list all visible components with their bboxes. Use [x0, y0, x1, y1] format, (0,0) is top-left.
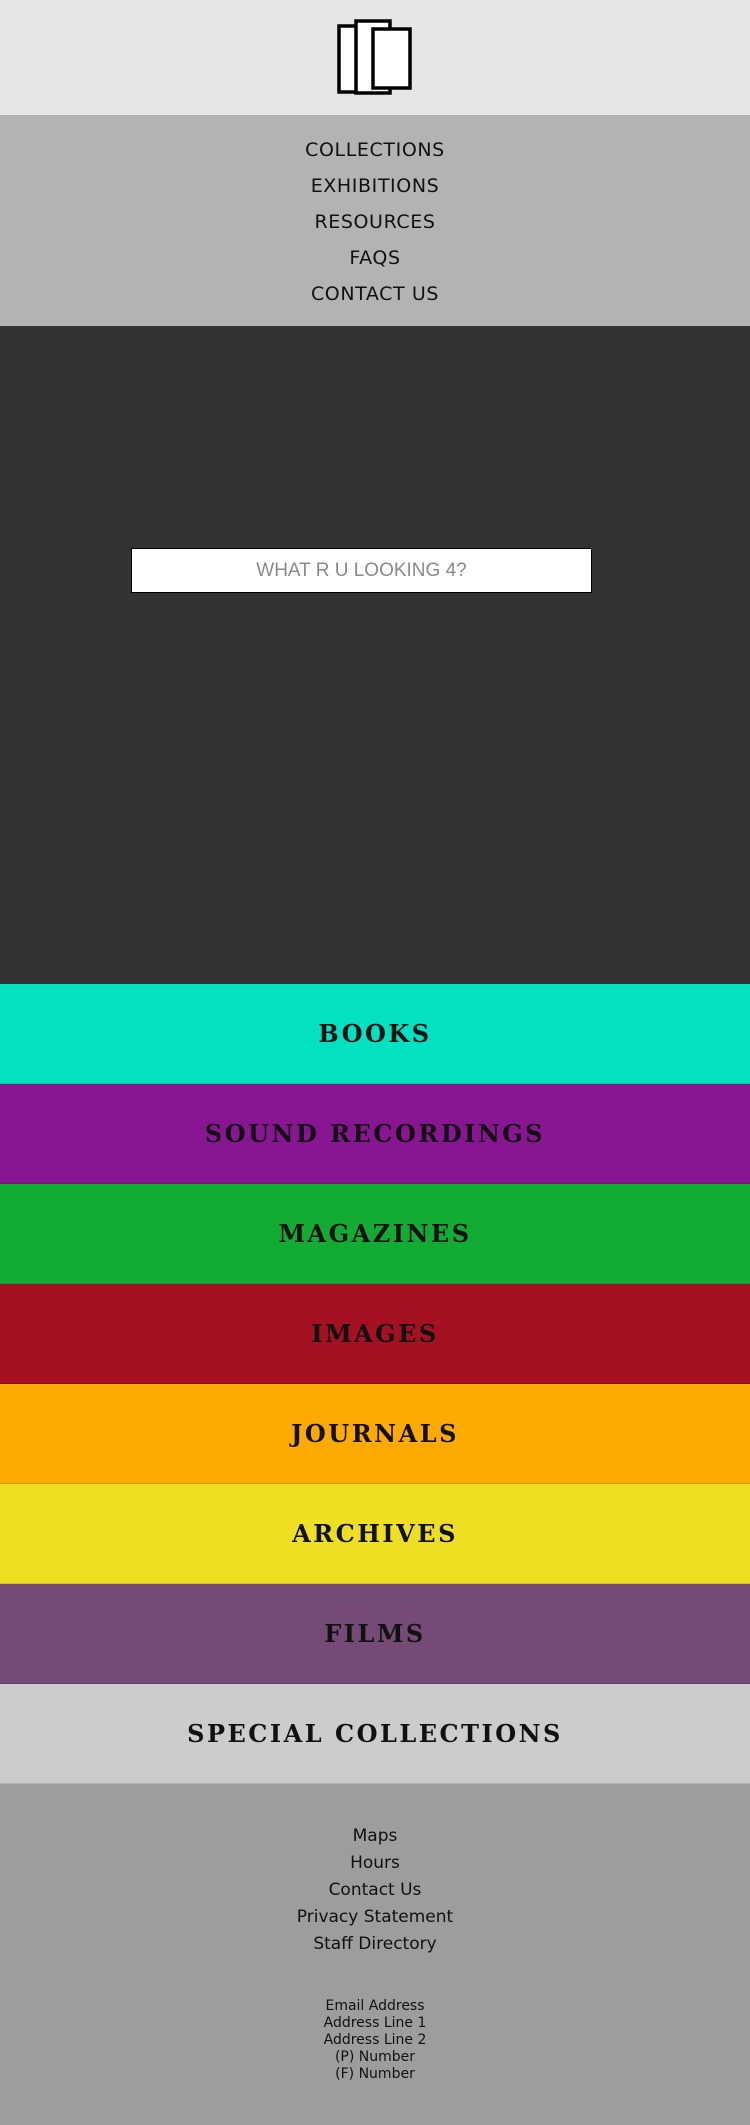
footer-link-contact-us[interactable]: Contact Us [297, 1877, 453, 1904]
category-special-collections[interactable]: SPECIAL COLLECTIONS [0, 1684, 750, 1784]
category-books[interactable]: BOOKS [0, 984, 750, 1084]
category-label: SPECIAL COLLECTIONS [187, 1719, 563, 1748]
footer-link-maps[interactable]: Maps [297, 1823, 453, 1850]
hero [0, 326, 750, 984]
category-journals[interactable]: JOURNALS [0, 1384, 750, 1484]
category-magazines[interactable]: MAGAZINES [0, 1184, 750, 1284]
category-label: SOUND RECORDINGS [204, 1119, 546, 1148]
category-label: ARCHIVES [292, 1519, 458, 1548]
category-label: MAGAZINES [278, 1219, 472, 1248]
category-films[interactable]: FILMS [0, 1584, 750, 1684]
category-list: BOOKS SOUND RECORDINGS MAGAZINES IMAGES … [0, 984, 750, 1784]
search-box [131, 548, 592, 593]
category-label: FILMS [324, 1619, 426, 1648]
address-line-2: Address Line 2 [323, 2032, 427, 2048]
logo-bar [0, 0, 750, 115]
nav-item-exhibitions[interactable]: EXHIBITIONS [311, 168, 440, 204]
main-nav: COLLECTIONS EXHIBITIONS RESOURCES FAQS C… [0, 115, 750, 326]
contact-info: Email Address Address Line 1 Address Lin… [324, 1998, 427, 2083]
nav-item-faqs[interactable]: FAQS [349, 240, 400, 276]
phone-number: (P) Number [334, 2049, 416, 2065]
nav-item-collections[interactable]: COLLECTIONS [305, 132, 445, 168]
footer: Maps Hours Contact Us Privacy Statement … [0, 1784, 750, 2125]
footer-link-privacy-statement[interactable]: Privacy Statement [297, 1904, 453, 1931]
logo-icon[interactable] [335, 18, 415, 98]
nav-item-contact-us[interactable]: CONTACT US [311, 276, 439, 312]
category-archives[interactable]: ARCHIVES [0, 1484, 750, 1584]
category-sound-recordings[interactable]: SOUND RECORDINGS [0, 1084, 750, 1184]
footer-links: Maps Hours Contact Us Privacy Statement … [297, 1823, 453, 1958]
category-label: JOURNALS [291, 1419, 459, 1448]
address-line-1: Address Line 1 [323, 2015, 427, 2031]
nav-item-resources[interactable]: RESOURCES [314, 204, 435, 240]
search-input[interactable] [132, 549, 591, 592]
footer-link-hours[interactable]: Hours [297, 1850, 453, 1877]
category-label: BOOKS [318, 1019, 432, 1048]
category-images[interactable]: IMAGES [0, 1284, 750, 1384]
category-label: IMAGES [311, 1319, 439, 1348]
email-address: Email Address [325, 1998, 425, 2014]
footer-link-staff-directory[interactable]: Staff Directory [297, 1931, 453, 1958]
fax-number: (F) Number [335, 2066, 415, 2082]
